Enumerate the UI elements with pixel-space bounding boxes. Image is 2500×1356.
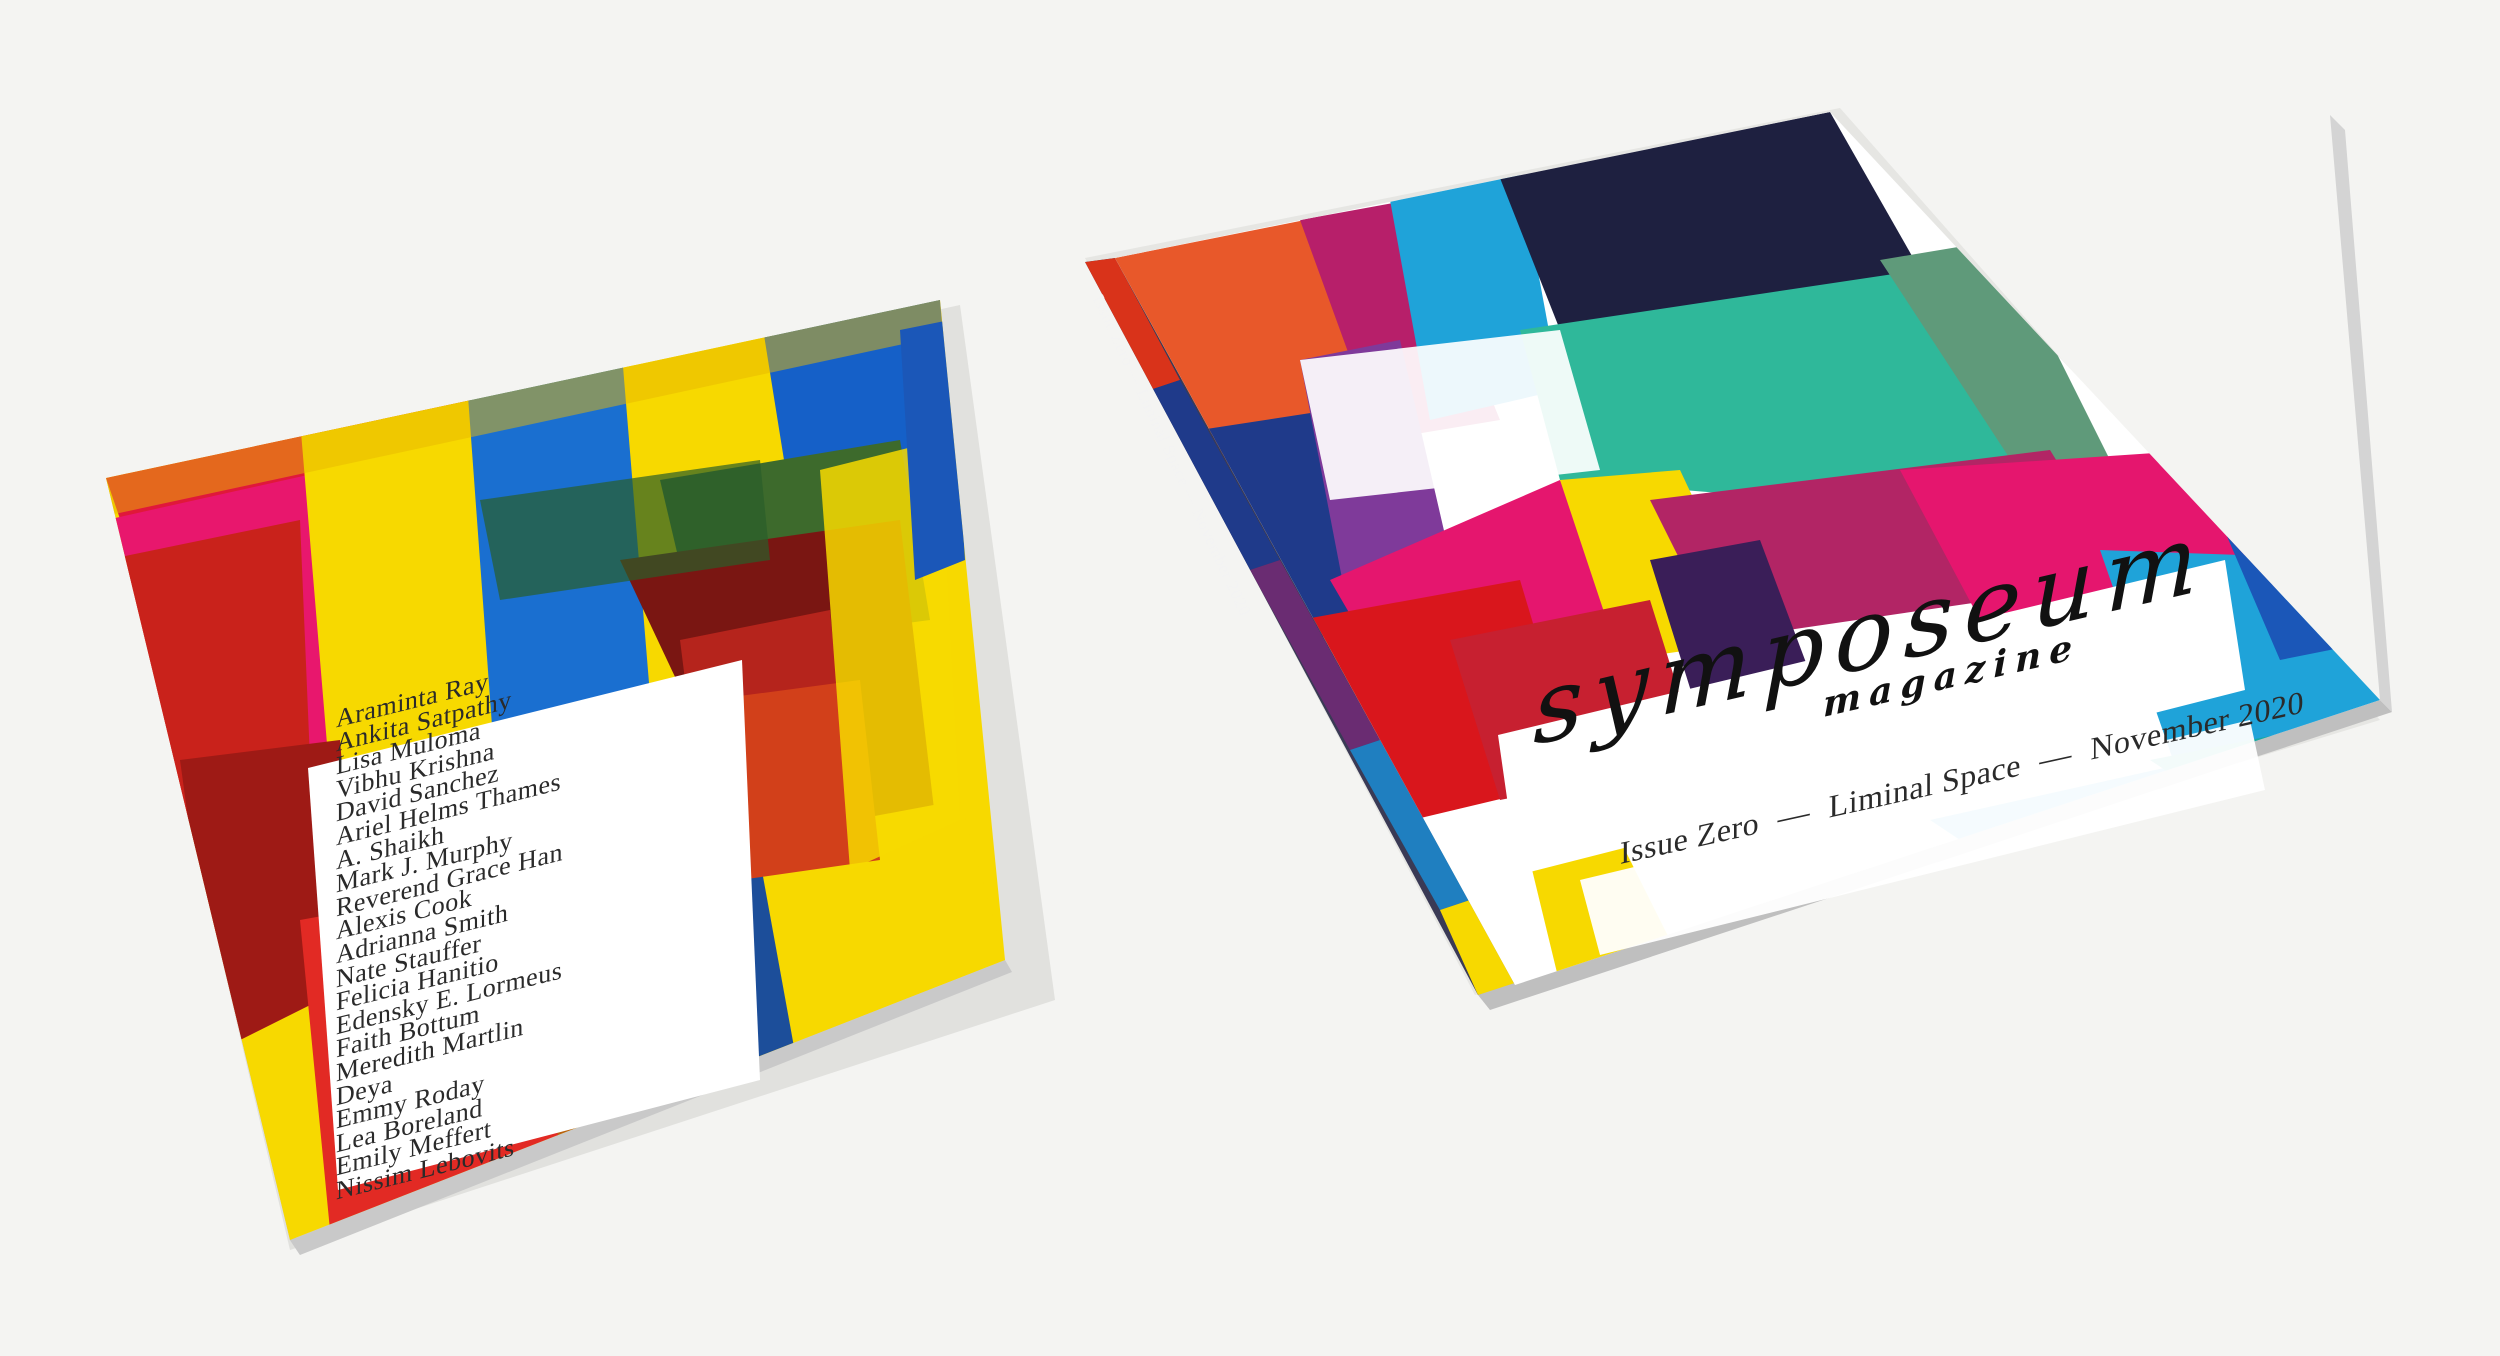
issue-separator: — <box>1777 792 1811 837</box>
issue-separator: — <box>2039 734 2072 779</box>
back-magazine <box>106 300 1012 1255</box>
photo-scene: Araminta Ray Ankita Satpathy Lisa Muloma… <box>0 0 2500 1356</box>
